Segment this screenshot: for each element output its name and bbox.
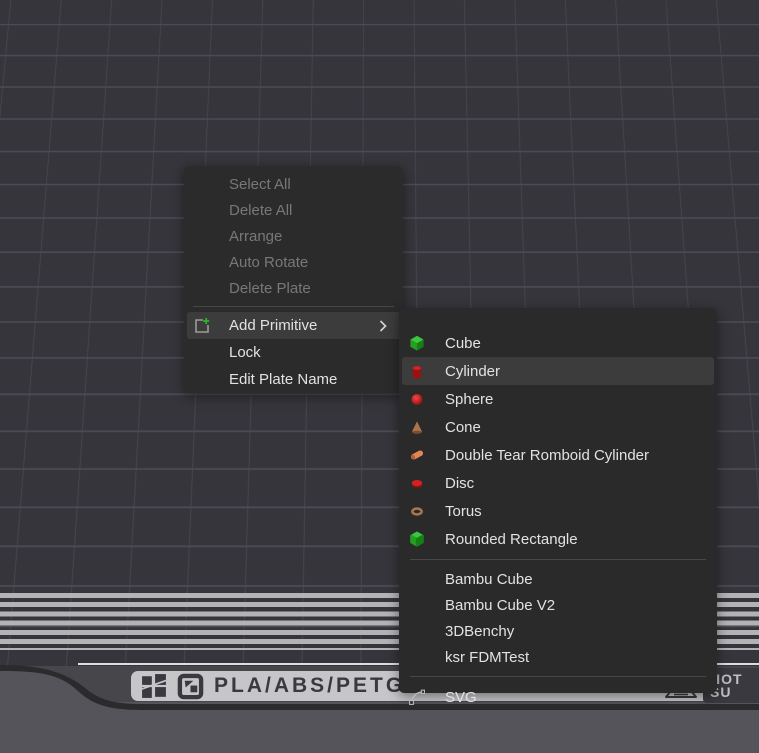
submenu-separator <box>410 559 706 560</box>
submenu-item-label: Rounded Rectangle <box>445 531 578 548</box>
menu-item-label: Select All <box>229 176 291 193</box>
submenu-item-label: SVG <box>445 689 477 706</box>
submenu-item-torus[interactable]: Torus <box>399 497 717 525</box>
rounded-rectangle-icon <box>409 531 425 547</box>
bezier-curve-icon <box>409 689 425 705</box>
add-primitive-submenu: Cube Cylinder Sphere Cone <box>399 308 717 693</box>
menu-item-label: Delete Plate <box>229 280 311 297</box>
plate-code-icon <box>177 673 204 700</box>
menu-item-edit-plate-name[interactable]: Edit Plate Name <box>184 366 403 393</box>
cone-icon <box>409 419 425 435</box>
submenu-chevron-icon <box>379 320 387 332</box>
submenu-item-label: Cube <box>445 335 481 352</box>
menu-item-arrange[interactable]: Arrange <box>184 223 403 249</box>
torus-icon <box>409 503 425 519</box>
submenu-item-rounded-rectangle[interactable]: Rounded Rectangle <box>399 525 717 553</box>
submenu-item-cone[interactable]: Cone <box>399 413 717 441</box>
menu-item-label: Add Primitive <box>229 317 317 334</box>
hot-surface-line2: SU <box>710 686 759 699</box>
submenu-item-label: Cone <box>445 419 481 436</box>
menu-item-label: Edit Plate Name <box>229 371 337 388</box>
submenu-item-label: Disc <box>445 475 474 492</box>
menu-item-lock[interactable]: Lock <box>184 339 403 366</box>
submenu-item-double-tear-romboid-cylinder[interactable]: Double Tear Romboid Cylinder <box>399 441 717 469</box>
add-primitive-icon <box>194 318 210 334</box>
slicer-3d-viewport: PLA/ABS/PETG HOT SU Select All Delete Al… <box>0 0 759 753</box>
menu-item-delete-all[interactable]: Delete All <box>184 197 403 223</box>
submenu-item-label: Torus <box>445 503 482 520</box>
submenu-item-label: Sphere <box>445 391 493 408</box>
cube-icon <box>409 335 425 351</box>
menu-item-auto-rotate[interactable]: Auto Rotate <box>184 249 403 275</box>
menu-item-select-all[interactable]: Select All <box>184 171 403 197</box>
disc-icon <box>409 475 425 491</box>
bambu-logo-icon <box>141 673 167 699</box>
menu-item-label: Delete All <box>229 202 292 219</box>
submenu-item-label: Bambu Cube <box>445 571 533 588</box>
submenu-item-disc[interactable]: Disc <box>399 469 717 497</box>
submenu-item-cube[interactable]: Cube <box>399 329 717 357</box>
romboid-cylinder-icon <box>409 447 425 463</box>
submenu-item-cylinder[interactable]: Cylinder <box>402 357 714 385</box>
submenu-item-label: Double Tear Romboid Cylinder <box>445 447 649 464</box>
plate-context-menu: Select All Delete All Arrange Auto Rotat… <box>184 166 403 393</box>
submenu-item-ksr-fdmtest[interactable]: ksr FDMTest <box>399 644 717 670</box>
submenu-item-sphere[interactable]: Sphere <box>399 385 717 413</box>
cylinder-icon <box>409 363 425 379</box>
submenu-item-bambu-cube[interactable]: Bambu Cube <box>399 566 717 592</box>
submenu-item-label: ksr FDMTest <box>445 649 529 666</box>
submenu-item-bambu-cube-v2[interactable]: Bambu Cube V2 <box>399 592 717 618</box>
menu-item-add-primitive[interactable]: Add Primitive <box>187 312 400 339</box>
submenu-item-svg[interactable]: SVG <box>399 683 717 711</box>
submenu-item-3dbenchy[interactable]: 3DBenchy <box>399 618 717 644</box>
sphere-icon <box>409 391 425 407</box>
submenu-item-label: Bambu Cube V2 <box>445 597 555 614</box>
plate-material-label: PLA/ABS/PETG <box>214 674 405 698</box>
menu-item-label: Arrange <box>229 228 282 245</box>
menu-separator <box>193 306 394 307</box>
menu-item-delete-plate[interactable]: Delete Plate <box>184 275 403 301</box>
menu-item-label: Lock <box>229 344 261 361</box>
menu-item-label: Auto Rotate <box>229 254 308 271</box>
submenu-item-label: 3DBenchy <box>445 623 514 640</box>
submenu-separator <box>410 676 706 677</box>
submenu-item-label: Cylinder <box>445 363 500 380</box>
